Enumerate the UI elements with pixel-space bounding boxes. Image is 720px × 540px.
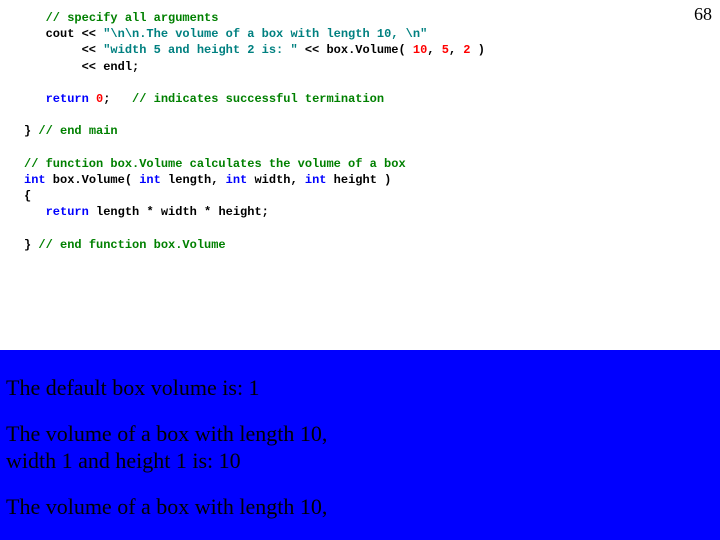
output-line: width 1 and height 1 is: 10: [6, 447, 714, 475]
code-text: {: [24, 189, 31, 203]
code-keyword: int: [24, 173, 46, 187]
code-keyword: int: [305, 173, 327, 187]
code-comment: // end function box.Volume: [38, 238, 225, 252]
code-text: ): [471, 43, 485, 57]
code-comment: // indicates successful termination: [132, 92, 384, 106]
code-text: << box.Volume(: [298, 43, 413, 57]
code-text: <<: [24, 43, 103, 57]
code-keyword: int: [226, 173, 248, 187]
program-output: The default box volume is: 1 The volume …: [0, 350, 720, 540]
code-indent: [24, 11, 46, 25]
code-text: ,: [427, 43, 441, 57]
code-text: }: [24, 238, 38, 252]
code-text: length * width * height;: [89, 205, 269, 219]
code-blank: [24, 141, 31, 155]
code-indent: [24, 92, 46, 106]
output-line: The volume of a box with length 10,: [6, 493, 714, 521]
code-keyword: return: [46, 205, 89, 219]
code-text: height ): [326, 173, 391, 187]
code-number: 10: [413, 43, 427, 57]
code-text: cout <<: [24, 27, 103, 41]
output-line: The default box volume is: 1: [6, 374, 714, 402]
code-comment: // end main: [38, 124, 117, 138]
code-keyword: return: [46, 92, 89, 106]
output-paragraph: The volume of a box with length 10,: [6, 493, 714, 521]
page-number: 68: [694, 4, 712, 25]
code-number: 2: [463, 43, 470, 57]
code-blank: [24, 221, 31, 235]
code-string: "width 5 and height 2 is: ": [103, 43, 297, 57]
output-line: The volume of a box with length 10,: [6, 420, 714, 448]
code-comment: // function box.Volume calculates the vo…: [24, 157, 406, 171]
code-string: "\n\n.The volume of a box with length 10…: [103, 27, 427, 41]
code-text: length,: [161, 173, 226, 187]
code-keyword: int: [139, 173, 161, 187]
code-text: width,: [247, 173, 305, 187]
code-text: }: [24, 124, 38, 138]
code-number: 5: [442, 43, 449, 57]
code-text: box.Volume(: [46, 173, 140, 187]
code-indent: [24, 205, 46, 219]
code-text: << endl;: [24, 60, 139, 74]
code-blank: [24, 108, 31, 122]
output-paragraph: The volume of a box with length 10, widt…: [6, 420, 714, 475]
code-text: [89, 92, 96, 106]
code-comment: // specify all arguments: [46, 11, 219, 25]
code-text: ;: [103, 92, 132, 106]
code-blank: [24, 76, 31, 90]
code-text: ,: [449, 43, 463, 57]
code-block: // specify all arguments cout << "\n\n.T…: [0, 0, 720, 253]
